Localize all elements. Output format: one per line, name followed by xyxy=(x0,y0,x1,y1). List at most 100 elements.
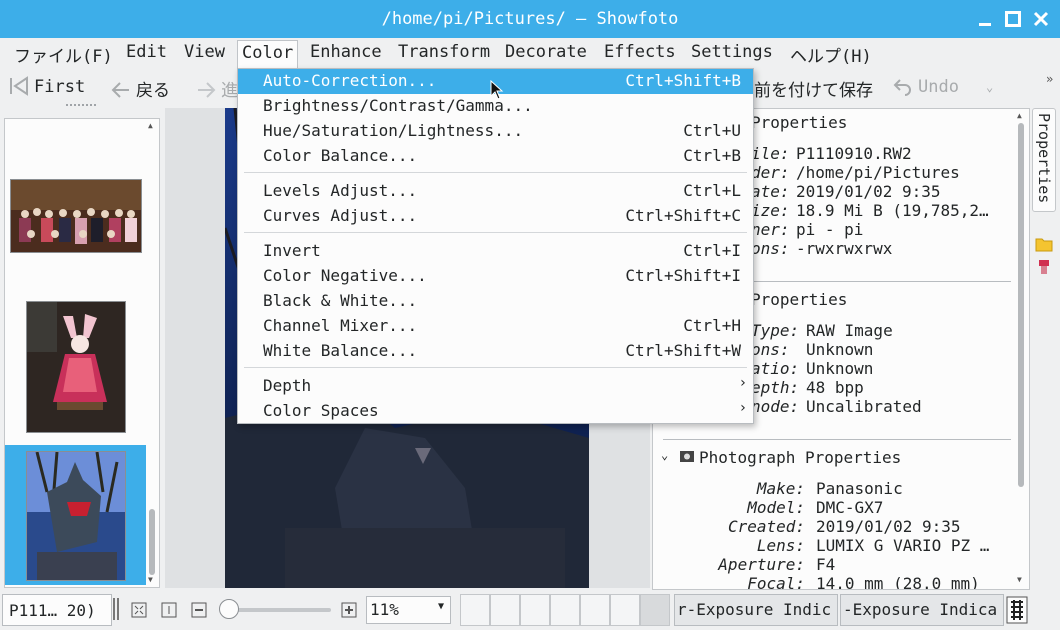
thumbnail-fox-statue[interactable] xyxy=(26,451,126,581)
splitter-handle[interactable] xyxy=(113,598,119,620)
bit-depth-label: epth: xyxy=(751,378,800,397)
aperture-label: Aperture: xyxy=(718,555,805,574)
thumbnail-group-photo[interactable] xyxy=(10,179,142,253)
menu-item-color-spaces[interactable]: Color Spaces › xyxy=(238,399,753,424)
file-value: P1110910.RW2 xyxy=(796,144,912,163)
menu-item-hue-saturation-lightness[interactable]: Hue/Saturation/Lightness... Ctrl+U xyxy=(238,119,753,144)
scroll-up-icon[interactable]: ▲ xyxy=(148,121,153,130)
undo-dropdown-icon[interactable]: ⌄ xyxy=(986,80,993,94)
color-menu-popup: Auto-Correction... Ctrl+Shift+B Brightnes… xyxy=(237,68,754,424)
properties-scrollbar[interactable]: ▲ ▼ xyxy=(1015,109,1027,589)
menu-item-levels-adjust[interactable]: Levels Adjust... Ctrl+L xyxy=(238,179,753,204)
undo-icon xyxy=(893,79,911,96)
zoom-slider-handle[interactable] xyxy=(219,599,239,619)
focal-label: Focal: xyxy=(747,574,805,590)
color-swatch-2[interactable] xyxy=(490,594,520,626)
close-icon[interactable] xyxy=(1032,10,1050,28)
thumbnail-scrollbar[interactable]: ▲ ▼ xyxy=(146,119,158,587)
zoom-out-icon[interactable] xyxy=(191,602,207,622)
scroll-up-icon[interactable]: ▲ xyxy=(1017,111,1022,120)
fit-window-icon[interactable] xyxy=(131,602,147,622)
lens-value: LUMIX G VARIO PZ … xyxy=(816,536,990,555)
menu-settings[interactable]: Settings xyxy=(687,42,777,66)
filename-status: P111… 20) xyxy=(2,594,112,626)
zoom-controls: 11% ▼ xyxy=(123,594,453,626)
color-swatch-4[interactable] xyxy=(550,594,580,626)
forward-button[interactable]: 進 xyxy=(195,76,238,101)
folder-value: /home/pi/Pictures xyxy=(796,163,960,182)
menu-item-channel-mixer[interactable]: Channel Mixer... Ctrl+H xyxy=(238,314,753,339)
scroll-handle[interactable] xyxy=(149,509,155,575)
menu-item-depth[interactable]: Depth › xyxy=(238,374,753,399)
menu-item-white-balance[interactable]: White Balance... Ctrl+Shift+W xyxy=(238,339,753,364)
menu-effects[interactable]: Effects xyxy=(600,42,680,66)
make-label: Make: xyxy=(756,479,805,498)
scroll-down-icon[interactable]: ▼ xyxy=(1017,575,1022,584)
file-properties-header[interactable]: Properties xyxy=(751,113,847,132)
zoom-to-100-icon[interactable] xyxy=(161,602,177,622)
color-swatch-3[interactable] xyxy=(520,594,550,626)
created-value: 2019/01/02 9:35 xyxy=(816,517,961,536)
tab-properties[interactable]: Properties xyxy=(1032,108,1056,212)
separator xyxy=(663,439,1011,440)
color-swatch-6[interactable] xyxy=(610,594,640,626)
color-managed-icon[interactable] xyxy=(1006,596,1028,628)
color-swatch-5[interactable] xyxy=(580,594,610,626)
type-label: Type: xyxy=(751,321,800,340)
menu-enhance[interactable]: Enhance xyxy=(306,42,386,66)
menu-item-color-negative[interactable]: Color Negative... Ctrl+Shift+I xyxy=(238,264,753,289)
menu-file[interactable]: ファイル(F) xyxy=(10,42,117,67)
window-title: /home/pi/Pictures/ — Showfoto xyxy=(381,9,679,29)
color-swatch-1[interactable] xyxy=(460,594,490,626)
forward-icon xyxy=(198,82,216,98)
save-as-button[interactable]: 前を付けて保存 xyxy=(754,76,873,101)
under-exposure-indicator[interactable]: r-Exposure Indic xyxy=(674,594,838,626)
menu-item-black-white[interactable]: Black & White... xyxy=(238,289,753,314)
menu-edit[interactable]: Edit xyxy=(122,42,171,66)
bit-depth-value: 48 bpp xyxy=(806,378,864,397)
make-value: Panasonic xyxy=(816,479,903,498)
thumbnail-bar[interactable]: ▲ ▼ xyxy=(4,118,160,588)
image-properties-header[interactable]: Properties xyxy=(751,290,847,309)
scroll-handle[interactable] xyxy=(1018,123,1024,487)
menu-help[interactable]: ヘルプ(H) xyxy=(786,42,876,67)
tag-icon[interactable] xyxy=(1037,259,1051,279)
menu-transform[interactable]: Transform xyxy=(394,42,494,66)
permissions-label: ons: xyxy=(751,239,790,258)
menu-view[interactable]: View xyxy=(180,42,229,66)
file-label: ile: xyxy=(751,144,790,163)
over-exposure-indicator[interactable]: -Exposure Indica xyxy=(840,594,1004,626)
aspect-ratio-label: atio: xyxy=(751,359,800,378)
zoom-in-icon[interactable] xyxy=(341,602,357,622)
photograph-properties-header[interactable]: Photograph Properties xyxy=(699,448,901,467)
menu-separator xyxy=(244,367,747,368)
title-bar: /home/pi/Pictures/ — Showfoto xyxy=(0,0,1060,38)
aspect-ratio-value: Unknown xyxy=(806,359,874,378)
menu-bar: ファイル(F) Edit View Color Enhance Transfor… xyxy=(0,38,1060,70)
minimize-icon[interactable] xyxy=(976,10,994,28)
menu-decorate[interactable]: Decorate xyxy=(501,42,591,66)
menu-color[interactable]: Color xyxy=(237,40,299,70)
menu-item-curves-adjust[interactable]: Curves Adjust... Ctrl+Shift+C xyxy=(238,204,753,229)
chevron-down-icon: ▼ xyxy=(437,601,444,612)
menu-item-color-balance[interactable]: Color Balance... Ctrl+B xyxy=(238,144,753,169)
focal-value: 14.0 mm (28.0 mm) xyxy=(816,574,980,590)
thumbnail-doll[interactable] xyxy=(26,301,126,433)
menu-item-invert[interactable]: Invert Ctrl+I xyxy=(238,239,753,264)
back-button[interactable]: 戻る xyxy=(110,76,170,101)
undo-button[interactable]: Undo xyxy=(892,76,959,97)
zoom-combo[interactable]: 11% ▼ xyxy=(366,596,451,624)
first-button[interactable]: First xyxy=(8,76,85,97)
dimensions-value: Unknown xyxy=(806,340,874,359)
dock-grip[interactable] xyxy=(66,104,96,108)
model-label: Model: xyxy=(747,498,805,517)
date-label: ate: xyxy=(751,182,790,201)
size-value: 18.9 Mi B (19,785,2… xyxy=(796,201,989,220)
scroll-down-icon[interactable]: ▼ xyxy=(148,575,153,584)
maximize-icon[interactable] xyxy=(1004,10,1022,28)
collapse-icon[interactable]: ⌄ xyxy=(661,448,668,462)
color-swatch-7[interactable] xyxy=(640,594,670,626)
camera-icon xyxy=(679,448,695,468)
toolbar-overflow-icon[interactable]: » xyxy=(1046,72,1053,86)
folder-icon[interactable] xyxy=(1035,236,1053,256)
